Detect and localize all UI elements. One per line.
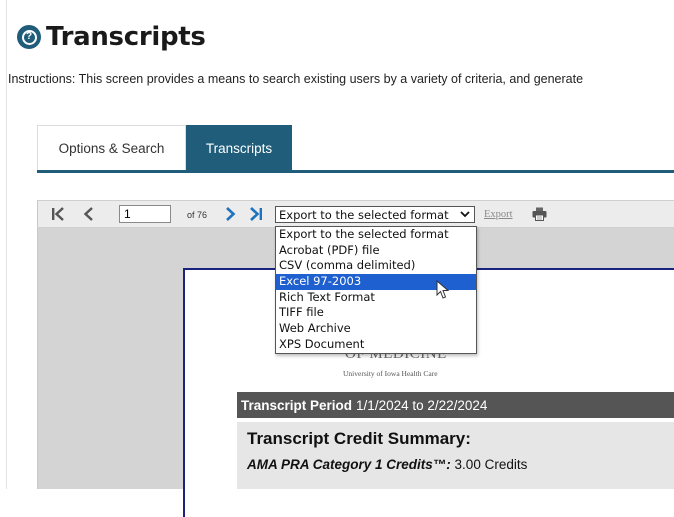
export-format-select[interactable]: Export to the selected format	[275, 206, 475, 223]
tab-bar: Options & Search Transcripts	[37, 125, 292, 172]
next-page-icon[interactable]	[221, 205, 239, 223]
page-header: ? Transcripts	[18, 20, 206, 54]
report-toolbar: of 76 Export to the selected format Expo…	[38, 200, 674, 228]
tab-transcripts[interactable]: Transcripts	[186, 125, 292, 171]
page-title: Transcripts	[46, 22, 206, 52]
chevron-down-icon	[460, 211, 470, 218]
dropdown-option[interactable]: CSV (comma delimited)	[276, 258, 476, 274]
print-icon[interactable]	[532, 207, 547, 221]
help-circle-icon[interactable]: ?	[18, 26, 40, 48]
dropdown-option[interactable]: Web Archive	[276, 321, 476, 337]
logo-subline: University of Iowa Health Care	[343, 369, 438, 378]
export-format-selected: Export to the selected format	[279, 208, 449, 222]
tab-underline	[37, 170, 674, 173]
period-label: Transcript Period	[241, 397, 353, 413]
left-edge	[0, 0, 7, 489]
dropdown-option[interactable]: Export to the selected format	[276, 227, 476, 243]
tab-options-search[interactable]: Options & Search	[37, 125, 186, 171]
credits-line: AMA PRA Category 1 Credits™: 3.00 Credit…	[247, 457, 527, 472]
page-count-label: of 76	[187, 210, 208, 220]
export-link[interactable]: Export	[484, 209, 513, 220]
prev-page-icon[interactable]	[80, 205, 98, 223]
transcript-period-bar: Transcript Period 1/1/2024 to 2/22/2024	[237, 392, 674, 418]
credit-summary-title: Transcript Credit Summary:	[247, 429, 471, 448]
dropdown-option[interactable]: Acrobat (PDF) file	[276, 243, 476, 259]
credit-label: AMA PRA Category 1 Credits™:	[247, 457, 451, 472]
page-number-input[interactable]	[119, 205, 171, 223]
mouse-cursor-icon	[436, 280, 450, 299]
period-value: 1/1/2024 to 2/22/2024	[356, 397, 488, 413]
first-page-icon[interactable]	[49, 205, 67, 223]
dropdown-option[interactable]: XPS Document	[276, 337, 476, 353]
dropdown-option[interactable]: TIFF file	[276, 305, 476, 321]
instructions-text: Instructions: This screen provides a mea…	[8, 72, 584, 86]
credit-value: 3.00 Credits	[454, 457, 528, 472]
last-page-icon[interactable]	[247, 205, 265, 223]
